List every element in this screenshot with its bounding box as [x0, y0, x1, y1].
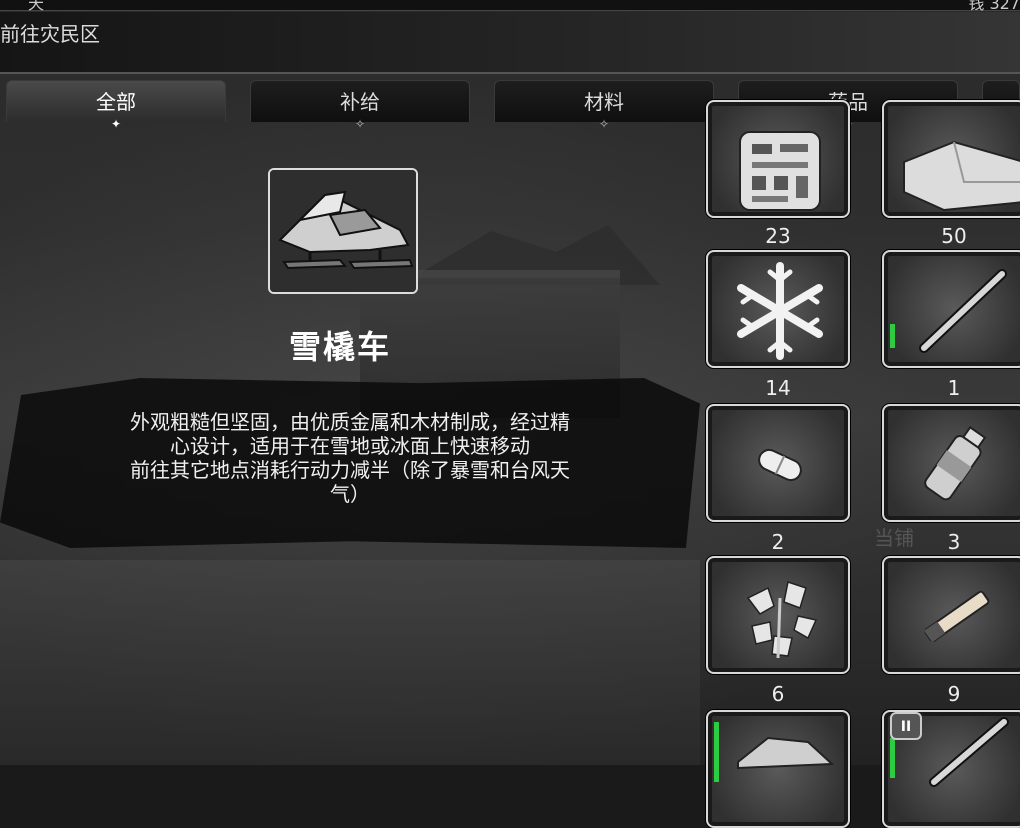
- metal-rod-icon: [919, 269, 1007, 353]
- pill-icon: [758, 448, 802, 482]
- snowmobile-icon: [737, 736, 835, 770]
- item-count: 2: [771, 530, 785, 554]
- inventory-slot[interactable]: [882, 100, 1020, 218]
- tab-all[interactable]: 全部 ✦: [6, 80, 226, 130]
- location-title: 前往灾民区: [0, 22, 100, 46]
- inventory-slot[interactable]: [882, 556, 1020, 674]
- description-line: 心设计，适用于在雪地或冰面上快速移动: [170, 434, 530, 458]
- inventory-slot[interactable]: [706, 100, 850, 218]
- item-thumbnail: [268, 168, 418, 294]
- item-name: 雪橇车: [288, 328, 391, 366]
- sparkle-icon: ✧: [598, 117, 610, 131]
- snowflake-icon: [737, 262, 823, 360]
- item-count: 14: [765, 376, 791, 400]
- item-count: 3: [947, 530, 961, 554]
- inventory-slot[interactable]: [706, 710, 850, 828]
- category-tabs: 全部 ✦ 补给 ✧ 材料 ✧ 药品 ✧: [0, 78, 1020, 130]
- circuit-board-icon: [739, 131, 821, 211]
- item-count: 9: [947, 682, 961, 706]
- description-line: 外观粗糙但坚固，由优质金属和木材制成，经过精: [130, 410, 570, 434]
- inventory-slot[interactable]: [706, 404, 850, 522]
- description-line: 前往其它地点消耗行动力减半（除了暴雪和台风天: [130, 458, 570, 482]
- pause-button[interactable]: II: [890, 712, 922, 740]
- inventory-slot[interactable]: [706, 250, 850, 368]
- item-description: 外观粗糙但坚固，由优质金属和木材制成，经过精 心设计，适用于在雪地或冰面上快速移…: [20, 410, 680, 506]
- location-header: 前往灾民区: [0, 12, 1020, 74]
- sparkle-icon: ✦: [110, 117, 122, 131]
- item-count: 50: [941, 224, 967, 248]
- top-status-bar: 天 钱 327: [0, 0, 1020, 13]
- tab-label: 材料: [584, 90, 624, 114]
- tab-supplies[interactable]: 补给 ✧: [250, 80, 470, 130]
- background-snow: [0, 560, 700, 765]
- tab-label: 补给: [340, 90, 380, 114]
- cloth-icon: [903, 140, 1020, 212]
- bottle-icon: [924, 425, 987, 501]
- sparkle-icon: ✧: [354, 117, 366, 131]
- cigarette-icon: [924, 590, 990, 643]
- herb-icon: [746, 581, 818, 659]
- inventory-slot[interactable]: [882, 404, 1020, 522]
- inventory-slot[interactable]: [882, 250, 1020, 368]
- description-line: 气）: [330, 482, 370, 506]
- item-count: 1: [947, 376, 961, 400]
- inventory-slot[interactable]: [706, 556, 850, 674]
- item-count: 6: [771, 682, 785, 706]
- tab-materials[interactable]: 材料 ✧: [494, 80, 714, 130]
- snowmobile-icon: [270, 170, 416, 292]
- item-count: 23: [765, 224, 791, 248]
- tab-label: 全部: [96, 90, 136, 114]
